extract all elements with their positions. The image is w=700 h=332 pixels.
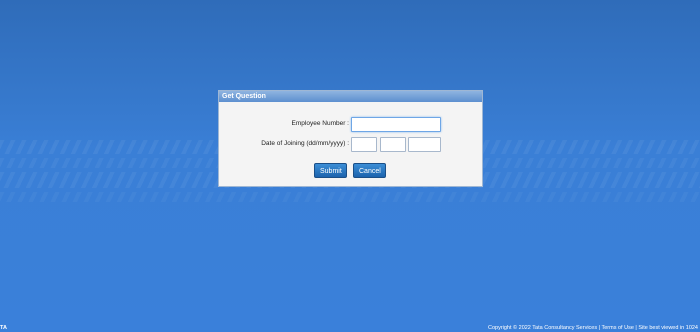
joining-year-input[interactable] xyxy=(408,137,441,152)
get-question-dialog: Get Question Employee Number : Date of J… xyxy=(218,90,483,187)
submit-button[interactable]: Submit xyxy=(314,163,347,178)
joining-month-input[interactable] xyxy=(380,137,406,152)
joining-day-input[interactable] xyxy=(351,137,377,152)
date-of-joining-row: Date of Joining (dd/mm/yyyy) : xyxy=(219,137,482,153)
employee-number-label: Employee Number : xyxy=(291,120,349,127)
corner-logo-text: TA xyxy=(0,325,7,331)
employee-number-input[interactable] xyxy=(351,117,441,132)
employee-number-row: Employee Number : xyxy=(219,117,482,133)
cancel-button[interactable]: Cancel xyxy=(353,163,386,178)
date-of-joining-label: Date of Joining (dd/mm/yyyy) : xyxy=(261,140,349,147)
background-pattern xyxy=(0,192,700,202)
copyright-footer: Copyright © 2022 Tata Consultancy Servic… xyxy=(487,325,698,331)
dialog-title: Get Question xyxy=(219,91,482,102)
